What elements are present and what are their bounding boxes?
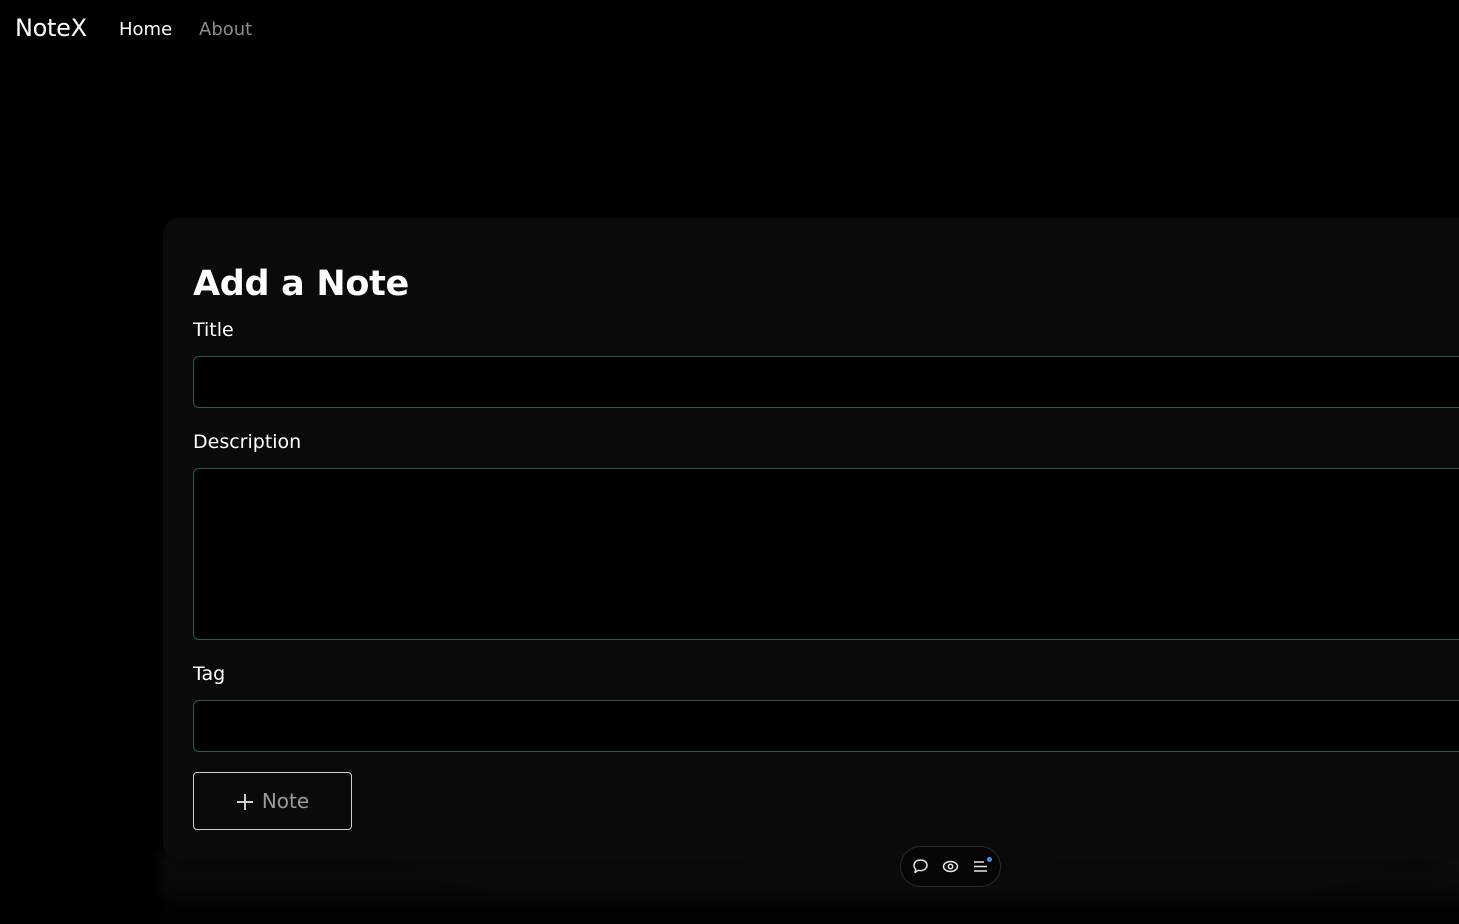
nav-link-home[interactable]: Home [119, 19, 172, 40]
comment-icon[interactable] [912, 858, 930, 876]
description-label: Description [193, 431, 302, 453]
title-label: Title [193, 319, 234, 341]
plus-icon [236, 792, 254, 810]
add-note-button-label: Note [261, 789, 310, 813]
navbar: NoteX Home About [0, 0, 1459, 62]
eye-icon[interactable] [942, 858, 960, 876]
brand-logo[interactable]: NoteX [15, 14, 87, 42]
title-input[interactable] [193, 356, 1459, 408]
form-heading: Add a Note [193, 264, 409, 304]
nav-link-about[interactable]: About [199, 19, 252, 40]
add-note-card: Add a Note Title Description Tag Note [163, 218, 1459, 860]
list-icon[interactable] [972, 856, 992, 876]
notification-dot [986, 856, 992, 862]
description-textarea[interactable] [193, 468, 1459, 640]
tag-input[interactable] [193, 700, 1459, 752]
page: NoteX Home About Add a Note Title Descri… [0, 0, 1459, 924]
card-shadow [160, 850, 1459, 924]
tag-label: Tag [193, 663, 226, 685]
floating-toolbar [900, 846, 1001, 887]
add-note-button[interactable]: Note [193, 772, 352, 830]
